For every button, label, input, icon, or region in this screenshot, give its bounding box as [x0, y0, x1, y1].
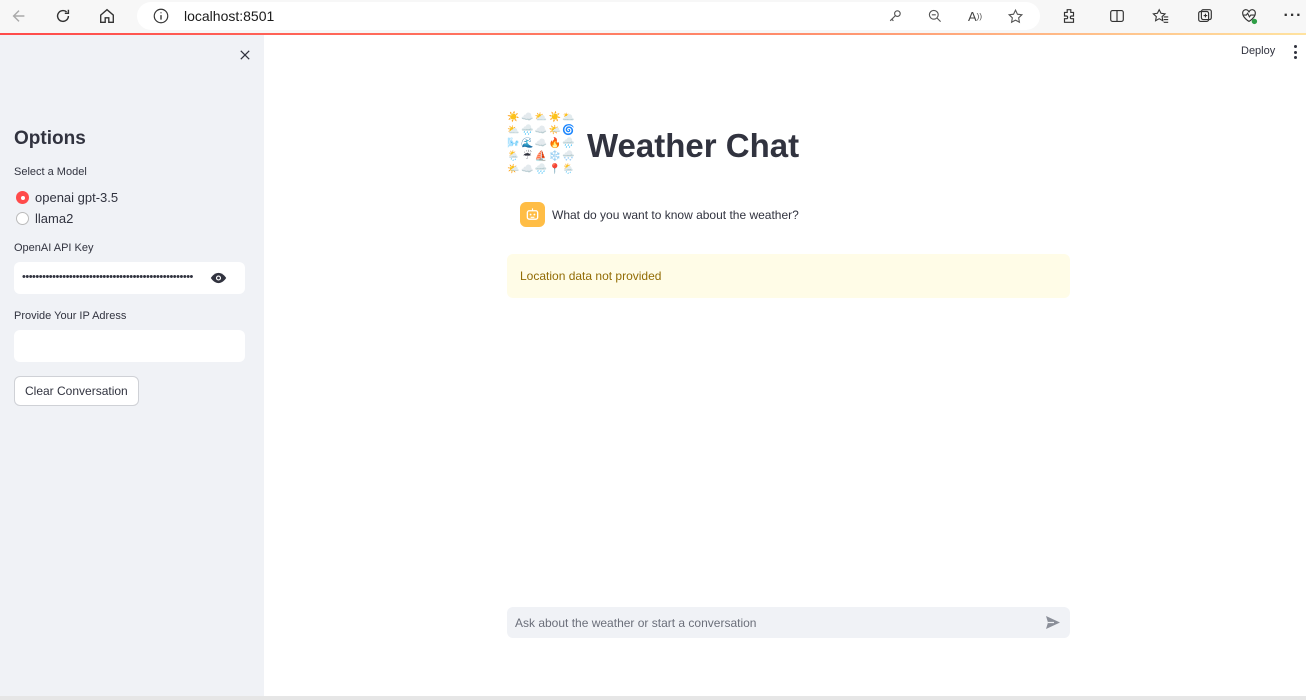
bottom-border [0, 696, 1306, 700]
api-key-label: OpenAI API Key [14, 242, 94, 254]
more-icon[interactable]: ··· [1281, 4, 1305, 28]
chat-input[interactable]: Ask about the weather or start a convers… [507, 607, 1070, 638]
read-aloud-icon[interactable]: A)) [965, 6, 985, 26]
ip-address-label: Provide Your IP Adress [14, 310, 127, 322]
favorites-icon[interactable] [1149, 4, 1173, 28]
ip-address-field[interactable] [14, 330, 245, 362]
refresh-icon[interactable] [49, 3, 77, 29]
page-title: Weather Chat [587, 127, 800, 164]
send-icon[interactable] [1045, 615, 1061, 630]
split-screen-icon[interactable] [1105, 4, 1129, 28]
model-option-label: openai gpt-3.5 [35, 190, 119, 205]
sidebar: Options Select a Model openai gpt-3.5 ll… [0, 35, 264, 700]
alert-text: Location data not provided [520, 269, 662, 283]
api-key-field[interactable]: ••••••••••••••••••••••••••••••••••••••••… [14, 262, 245, 294]
radio-selected[interactable] [16, 191, 29, 204]
deploy-button[interactable]: Deploy [1241, 45, 1275, 57]
assistant-avatar-icon [520, 202, 545, 227]
clear-conversation-button[interactable]: Clear Conversation [14, 376, 139, 406]
eye-icon[interactable] [210, 271, 227, 285]
collections-icon[interactable] [1193, 4, 1217, 28]
zoom-icon[interactable] [925, 6, 945, 26]
info-icon[interactable] [152, 7, 170, 25]
close-icon[interactable] [235, 45, 255, 65]
home-icon[interactable] [93, 3, 121, 29]
model-select-label: Select a Model [14, 166, 87, 178]
assistant-message: What do you want to know about the weath… [552, 208, 799, 222]
back-icon[interactable] [5, 3, 33, 29]
weather-logo-icon: ☀️ ☁️ ⛅ ☀️ 🌥️ ⛅ 🌧️ ☁️ 🌤️ 🌀 🌬️ 🌊 ☁️ 🔥 🌧️ 🌦️ ☔ ⛵ ❄️ 🌨️ 🌤️ ☁… [507, 111, 575, 175]
extensions-icon[interactable] [1057, 4, 1081, 28]
url-text[interactable]: localhost:8501 [184, 8, 274, 24]
radio-unselected[interactable] [16, 212, 29, 225]
model-option-llama2[interactable]: llama2 [16, 211, 73, 226]
favorite-icon[interactable] [1005, 6, 1025, 26]
chat-input-placeholder[interactable]: Ask about the weather or start a convers… [515, 616, 756, 630]
sidebar-title: Options [14, 128, 86, 149]
address-bar[interactable]: localhost:8501 A)) [137, 2, 1040, 30]
key-icon[interactable] [885, 6, 905, 26]
api-key-value[interactable]: ••••••••••••••••••••••••••••••••••••••••… [22, 271, 202, 283]
model-option-label: llama2 [35, 211, 74, 226]
warning-alert: Location data not provided [507, 254, 1070, 298]
model-option-openai[interactable]: openai gpt-3.5 [16, 190, 118, 205]
performance-icon[interactable] [1237, 4, 1261, 28]
main-menu-icon[interactable] [1290, 45, 1300, 59]
browser-toolbar: localhost:8501 A)) ··· [0, 0, 1306, 33]
